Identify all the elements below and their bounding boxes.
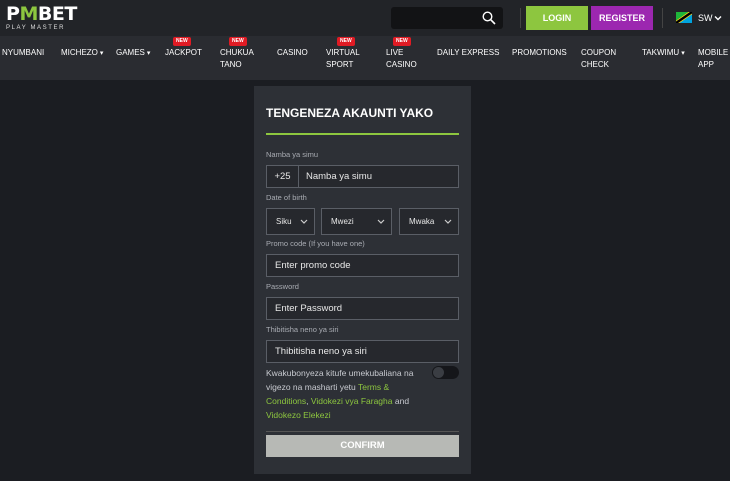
nav-item-virtual-sport[interactable]: NEW VIRTUAL SPORT — [326, 37, 360, 71]
guidelines-link[interactable]: Vidokezo Elekezi — [266, 410, 331, 420]
registration-panel: TENGENEZA AKAUNTI YAKO Namba ya simu +25… — [254, 86, 471, 474]
tanzania-flag-icon — [676, 12, 692, 23]
nav-item-promotions[interactable]: PROMOTIONS — [512, 47, 567, 59]
header-divider — [662, 8, 663, 28]
confirm-password-field[interactable]: Thibitisha neno ya siri — [266, 340, 459, 363]
dob-year-select[interactable]: Mwaka — [399, 208, 459, 235]
chevron-down-icon: ▾ — [146, 50, 151, 57]
nav-item-coupon-check[interactable]: COUPON CHECK — [581, 47, 616, 71]
top-header: PMBET PLAY MASTER LOGIN REGISTER SW — [0, 0, 730, 36]
nav-item-takwimu[interactable]: TAKWIMU ▾ — [642, 47, 685, 60]
chevron-down-icon — [300, 219, 308, 224]
confirm-password-label: Thibitisha neno ya siri — [266, 325, 339, 334]
language-code: SW — [698, 13, 713, 23]
terms-text: Kwakubonyeza kitufe umekubaliana na vige… — [266, 368, 414, 420]
nav-item-live-casino[interactable]: NEW LIVE CASINO — [386, 37, 417, 71]
promo-code-field[interactable]: Enter promo code — [266, 254, 459, 277]
logo-wordmark: PMBET — [6, 3, 77, 25]
login-button[interactable]: LOGIN — [526, 6, 588, 30]
toggle-knob — [433, 367, 444, 378]
divider — [266, 431, 459, 432]
new-badge: NEW — [229, 37, 247, 46]
phone-placeholder: Namba ya simu — [306, 171, 372, 182]
header-divider — [520, 8, 521, 28]
country-code-prefix[interactable]: +25 — [267, 166, 299, 187]
nav-item-chukua-tano[interactable]: NEW CHUKUA TANO — [220, 37, 254, 71]
dob-month-select[interactable]: Mwezi — [321, 208, 392, 235]
confirm-button[interactable]: CONFIRM — [266, 435, 459, 457]
nav-item-michezo[interactable]: MICHEZO ▾ — [61, 47, 103, 60]
search-input[interactable] — [391, 7, 503, 29]
terms-toggle[interactable] — [432, 366, 459, 379]
main-nav: NYUMBANI MICHEZO ▾ GAMES ▾ NEW JACKPOT NEW… — [0, 36, 730, 80]
nav-item-games[interactable]: GAMES ▾ — [116, 47, 150, 60]
promo-label: Promo code (If you have one) — [266, 239, 365, 248]
pmbet-logo[interactable]: PMBET PLAY MASTER — [6, 3, 77, 32]
dob-label: Date of birth — [266, 193, 307, 202]
chevron-down-icon — [714, 16, 722, 21]
register-button[interactable]: REGISTER — [591, 6, 653, 30]
new-badge: NEW — [393, 37, 411, 46]
password-field[interactable]: Enter Password — [266, 297, 459, 320]
phone-label: Namba ya simu — [266, 150, 319, 159]
logo-subtitle: PLAY MASTER — [6, 25, 66, 31]
nav-item-jackpot[interactable]: NEW JACKPOT — [165, 37, 202, 59]
title-underline — [266, 133, 459, 135]
nav-item-nyumbani[interactable]: NYUMBANI — [2, 47, 44, 59]
nav-item-mobile-app[interactable]: MOBILE APP — [698, 47, 728, 71]
chevron-down-icon — [377, 219, 385, 224]
chevron-down-icon: ▾ — [681, 50, 685, 57]
password-label: Password — [266, 282, 299, 291]
chevron-down-icon: ▾ — [99, 50, 104, 57]
phone-field[interactable]: +25 Namba ya simu — [266, 165, 459, 188]
page-title: TENGENEZA AKAUNTI YAKO — [266, 106, 434, 120]
dob-day-select[interactable]: Siku — [266, 208, 315, 235]
new-badge: NEW — [173, 37, 191, 46]
language-selector[interactable]: SW — [676, 12, 726, 26]
chevron-down-icon — [444, 219, 452, 224]
nav-item-daily-express[interactable]: DAILY EXPRESS — [437, 47, 499, 59]
new-badge: NEW — [337, 37, 355, 46]
privacy-link[interactable]: Vidokezi vya Faragha — [311, 396, 393, 406]
nav-item-casino[interactable]: CASINO — [277, 47, 308, 59]
search-icon[interactable] — [482, 11, 496, 25]
